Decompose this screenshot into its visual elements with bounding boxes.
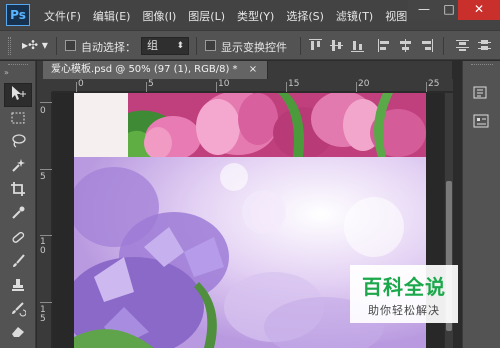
divider bbox=[300, 37, 301, 55]
photoshop-logo: Ps bbox=[6, 4, 30, 26]
ruler-label: 5 bbox=[40, 172, 46, 182]
align-left-icon[interactable] bbox=[378, 39, 391, 52]
auto-select-dropdown[interactable]: 组 ⬍ bbox=[141, 37, 189, 55]
auto-select-label: 自动选择： bbox=[81, 41, 136, 54]
ruler-label: 1 5 bbox=[40, 305, 46, 324]
menu-layer[interactable]: 图层(L) bbox=[188, 8, 225, 24]
watermark-title: 百科全说 bbox=[362, 275, 446, 299]
tools-panel: » bbox=[0, 61, 36, 348]
document-tab[interactable]: 爱心模板.psd @ 50% (97 (1), RGB/8) * × bbox=[43, 61, 269, 79]
menu-filter[interactable]: 滤镜(T) bbox=[336, 8, 373, 24]
divider bbox=[443, 37, 444, 55]
watermark: 百科全说 助你轻松解决 bbox=[350, 265, 458, 323]
distribute-top-icon[interactable] bbox=[456, 39, 469, 52]
ruler-label: 5 bbox=[148, 79, 154, 89]
auto-select-checkbox[interactable] bbox=[65, 40, 76, 51]
document-tab-title: 爱心模板.psd @ 50% (97 (1), RGB/8) * bbox=[51, 64, 238, 75]
quick-select-tool-icon[interactable] bbox=[4, 157, 32, 181]
divider bbox=[56, 37, 57, 55]
tab-close-icon[interactable]: × bbox=[249, 64, 257, 75]
healing-brush-tool-icon[interactable] bbox=[4, 229, 32, 253]
tulip-photo bbox=[128, 93, 426, 157]
watermark-subtitle: 助你轻松解决 bbox=[368, 304, 440, 317]
lasso-tool-icon[interactable] bbox=[4, 133, 32, 157]
auto-select-value: 组 bbox=[147, 39, 158, 52]
ruler-origin[interactable] bbox=[37, 79, 52, 92]
brush-tool-icon[interactable] bbox=[4, 253, 32, 277]
align-hcenter-icon[interactable] bbox=[399, 39, 412, 52]
move-tool-icon[interactable] bbox=[4, 83, 32, 107]
close-button[interactable]: ✕ bbox=[458, 0, 500, 20]
show-transform-checkbox[interactable] bbox=[205, 40, 216, 51]
ruler-label: 15 bbox=[288, 79, 300, 89]
clone-stamp-tool-icon[interactable] bbox=[4, 277, 32, 301]
properties-panel-icon[interactable] bbox=[469, 113, 493, 133]
divider bbox=[196, 37, 197, 55]
grip-icon bbox=[8, 37, 11, 55]
options-bar: ▸✣ ▾ 自动选择： 组 ⬍ 显示变换控件 bbox=[0, 30, 500, 60]
align-right-icon[interactable] bbox=[420, 39, 433, 52]
menu-edit[interactable]: 编辑(E) bbox=[93, 8, 131, 24]
align-bottom-icon[interactable] bbox=[351, 39, 364, 52]
menu-view[interactable]: 视图 bbox=[385, 8, 407, 24]
dropdown-arrow-icon: ⬍ bbox=[176, 41, 184, 51]
eyedropper-tool-icon[interactable] bbox=[4, 205, 32, 229]
ruler-label: 0 bbox=[78, 79, 84, 89]
menu-image[interactable]: 图像(I) bbox=[142, 8, 176, 24]
collapse-arrows-icon[interactable]: » bbox=[4, 68, 9, 77]
grip-icon bbox=[8, 64, 28, 65]
document-tab-bar: 爱心模板.psd @ 50% (97 (1), RGB/8) * × bbox=[37, 61, 452, 79]
vertical-ruler[interactable]: 0 5 1 0 1 5 bbox=[37, 92, 52, 348]
ruler-label: 25 bbox=[428, 79, 440, 89]
marquee-tool-icon[interactable] bbox=[4, 109, 32, 133]
main-menu: 文件(F) 编辑(E) 图像(I) 图层(L) 类型(Y) 选择(S) 滤镜(T… bbox=[44, 8, 419, 24]
show-transform-label: 显示变换控件 bbox=[221, 41, 287, 54]
move-tool-preset[interactable]: ▸✣ ▾ bbox=[22, 38, 48, 52]
right-panel-dock bbox=[462, 61, 500, 348]
menu-bar: Ps 文件(F) 编辑(E) 图像(I) 图层(L) 类型(Y) 选择(S) 滤… bbox=[0, 0, 500, 30]
horizontal-ruler[interactable]: 0 5 10 15 20 25 bbox=[52, 79, 453, 92]
crop-tool-icon[interactable] bbox=[4, 181, 32, 205]
align-top-icon[interactable] bbox=[309, 39, 322, 52]
menu-type[interactable]: 类型(Y) bbox=[237, 8, 274, 24]
history-brush-tool-icon[interactable] bbox=[4, 301, 32, 325]
blank-block bbox=[74, 93, 128, 157]
ruler-label: 1 0 bbox=[40, 237, 46, 256]
grip-icon bbox=[471, 64, 493, 65]
eraser-tool-icon[interactable] bbox=[4, 323, 32, 347]
align-vcenter-icon[interactable] bbox=[330, 39, 343, 52]
ruler-label: 10 bbox=[218, 79, 230, 89]
ruler-label: 20 bbox=[358, 79, 370, 89]
ruler-label: 0 bbox=[40, 106, 46, 116]
distribute-vcenter-icon[interactable] bbox=[478, 39, 491, 52]
history-panel-icon[interactable] bbox=[469, 85, 493, 105]
menu-file[interactable]: 文件(F) bbox=[44, 8, 81, 24]
menu-select[interactable]: 选择(S) bbox=[286, 8, 324, 24]
